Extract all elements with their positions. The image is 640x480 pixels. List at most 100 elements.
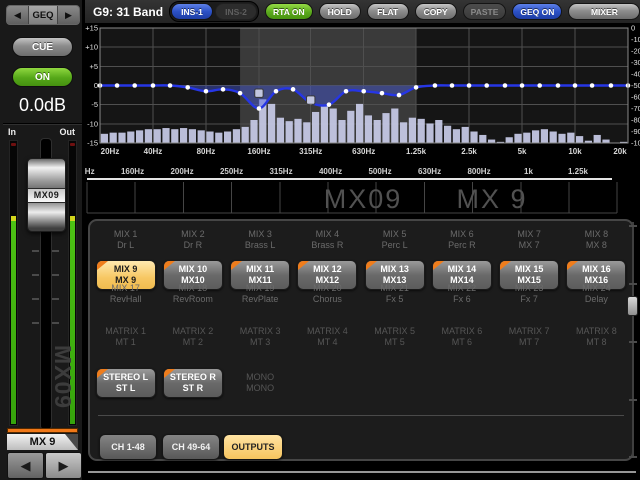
eq-band-dot[interactable] <box>257 106 262 111</box>
tab-outputs[interactable]: OUTPUTS <box>223 434 283 460</box>
rta-bar <box>338 120 345 143</box>
rta-bar <box>391 109 398 144</box>
eq-band-dot[interactable] <box>450 83 455 88</box>
eq-band-dot[interactable] <box>115 83 120 88</box>
geq-on-button[interactable]: GEQ ON <box>512 3 562 20</box>
mixer-button[interactable]: MIXER <box>568 3 640 20</box>
band-detail-label: 800Hz <box>467 167 490 176</box>
eq-band-dot[interactable] <box>274 89 279 94</box>
channel-mix-8-label[interactable]: MIX 8MX 8 <box>563 229 630 251</box>
eq-band-dot[interactable] <box>132 83 137 88</box>
channel-mix-4-label[interactable]: MIX 4Brass R <box>294 229 361 251</box>
rta-bar <box>162 128 169 143</box>
rta-bar <box>462 127 469 143</box>
channel-mix-17-label[interactable]: MIX 17RevHall <box>92 283 159 305</box>
channel-mix-1-label[interactable]: MIX 1Dr L <box>92 229 159 251</box>
channel-mix-2-label[interactable]: MIX 2Dr R <box>159 229 226 251</box>
channel-mix-22-label[interactable]: MIX 22Fx 6 <box>428 283 495 305</box>
meter-fill <box>11 216 16 424</box>
eq-band-dot[interactable] <box>537 83 542 88</box>
scrollbar-handle[interactable] <box>627 296 638 316</box>
rta-on-button[interactable]: RTA ON <box>265 3 313 20</box>
eq-band-dot[interactable] <box>151 83 156 88</box>
eq-band-dot[interactable] <box>556 83 561 88</box>
eq-band-dot[interactable] <box>609 83 614 88</box>
empty-cell <box>361 368 428 398</box>
channel-mix-5-label[interactable]: MIX 5Perc L <box>361 229 428 251</box>
eq-band-dot[interactable] <box>380 91 385 96</box>
scrollbar-tick <box>629 399 637 401</box>
eq-band-dot[interactable] <box>327 102 332 107</box>
rta-bar <box>409 118 416 143</box>
geq-graph[interactable]: +15+10+50-5-10-150-10-20-30-40-50-60-70-… <box>85 25 640 219</box>
eq-band-dot[interactable] <box>168 83 173 88</box>
eq-band-dot[interactable] <box>221 87 226 92</box>
channel-matrix-3-label[interactable]: MATRIX 3MT 3 <box>227 326 294 348</box>
geq-next-icon[interactable]: ▶ <box>58 6 79 24</box>
eq-band-dot[interactable] <box>433 83 438 88</box>
channel-matrix-1-label[interactable]: MATRIX 1MT 1 <box>92 326 159 348</box>
ins-2-button[interactable]: INS-2 <box>215 3 257 20</box>
tab-ch-1-48[interactable]: CH 1-48 <box>99 434 157 460</box>
cue-button[interactable]: CUE <box>12 37 73 57</box>
channel-matrix-4-label[interactable]: MATRIX 4MT 4 <box>294 326 361 348</box>
channel-matrix-6-label[interactable]: MATRIX 6MT 6 <box>428 326 495 348</box>
channel-mix-20-label[interactable]: MIX 20Chorus <box>294 283 361 305</box>
geq-prev-icon[interactable]: ◀ <box>7 6 28 24</box>
eq-band-dot[interactable] <box>397 93 402 98</box>
rta-bar <box>250 120 257 143</box>
eq-band-dot[interactable] <box>467 83 472 88</box>
channel-mix-23-label[interactable]: MIX 23Fx 7 <box>496 283 563 305</box>
rta-bar <box>418 119 425 143</box>
channel-mix-3-label[interactable]: MIX 3Brass L <box>227 229 294 251</box>
scrollbar-track <box>632 222 634 458</box>
tab-ch-49-64[interactable]: CH 49-64 <box>162 434 220 460</box>
divider <box>3 123 82 124</box>
ins-1-button[interactable]: INS-1 <box>171 3 213 20</box>
channel-mono-label[interactable]: MONOMONO <box>227 368 294 398</box>
eq-band-dot[interactable] <box>204 89 209 94</box>
channel-mix-21-label[interactable]: MIX 21Fx 5 <box>361 283 428 305</box>
eq-band-dot[interactable] <box>520 83 525 88</box>
channel-mix-7-label[interactable]: MIX 7MX 7 <box>496 229 563 251</box>
eq-band-dot[interactable] <box>484 83 489 88</box>
channel-mix-19-label[interactable]: MIX 19RevPlate <box>227 283 294 305</box>
channel-matrix-8-label[interactable]: MATRIX 8MT 8 <box>563 326 630 348</box>
rta-bar <box>532 130 539 143</box>
eq-band-dot[interactable] <box>291 87 296 92</box>
pair-corner-icon <box>97 261 108 270</box>
channel-mix-24-label[interactable]: MIX 24Delay <box>563 283 630 305</box>
eq-band-dot[interactable] <box>590 83 595 88</box>
axis-label: 1.25k <box>406 147 427 156</box>
prev-channel-button[interactable]: ◀ <box>7 452 44 479</box>
channel-matrix-5-label[interactable]: MATRIX 5MT 5 <box>361 326 428 348</box>
copy-button[interactable]: COPY <box>415 3 457 20</box>
eq-band-dot[interactable] <box>238 91 243 96</box>
pair-corner-icon <box>164 261 175 270</box>
rta-bar <box>110 133 117 143</box>
channel-stereo-l-button[interactable]: STEREO LST L <box>96 368 156 398</box>
eq-band-dot[interactable] <box>185 85 190 90</box>
channel-mix-6-label[interactable]: MIX 6Perc R <box>428 229 495 251</box>
on-button[interactable]: ON <box>12 67 73 87</box>
axis-label: -15 <box>87 139 98 148</box>
channel-mix-18-label[interactable]: MIX 18RevRoom <box>159 283 226 305</box>
eq-band-dot[interactable] <box>414 85 419 90</box>
eq-band-handle-315hz[interactable] <box>307 96 315 104</box>
eq-band-dot[interactable] <box>344 89 349 94</box>
eq-band-dot[interactable] <box>361 89 366 94</box>
channel-stereo-r-button[interactable]: STEREO RST R <box>163 368 223 398</box>
next-channel-button[interactable]: ▶ <box>45 452 82 479</box>
eq-band-handle-160hz[interactable] <box>255 89 263 97</box>
channel-watermark: MX09 <box>52 345 76 427</box>
pair-corner-icon <box>97 369 108 378</box>
hold-button[interactable]: HOLD <box>319 3 361 20</box>
eq-band-dot[interactable] <box>503 83 508 88</box>
band-detail-label: 1.25k <box>568 167 589 176</box>
channel-fader-knob[interactable]: MX09 <box>27 158 66 232</box>
paste-button[interactable]: PASTE <box>463 3 507 20</box>
eq-band-dot[interactable] <box>573 83 578 88</box>
flat-button[interactable]: FLAT <box>367 3 409 20</box>
channel-matrix-7-label[interactable]: MATRIX 7MT 7 <box>496 326 563 348</box>
channel-matrix-2-label[interactable]: MATRIX 2MT 2 <box>159 326 226 348</box>
